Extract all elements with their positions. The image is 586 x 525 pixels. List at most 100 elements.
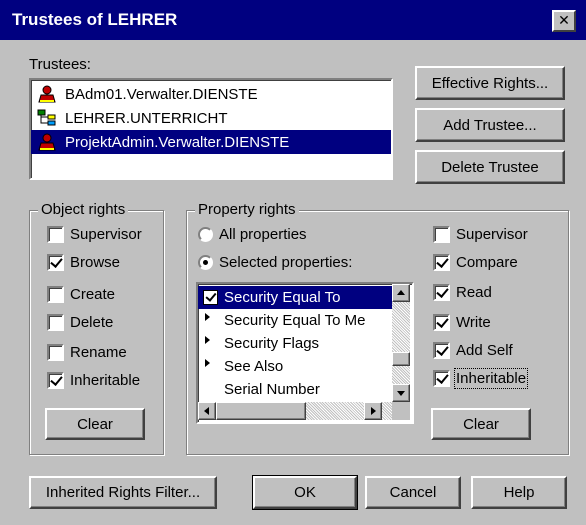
trustee-name: LEHRER.UNTERRICHT xyxy=(65,109,228,127)
property-mark xyxy=(198,378,224,401)
property-label: Security Flags xyxy=(224,335,320,352)
property-label: Serial Number xyxy=(224,381,320,398)
object-rights-legend: Object rights xyxy=(38,201,129,218)
trustee-item[interactable]: BAdm01.Verwalter.DIENSTE xyxy=(31,82,391,106)
checkbox[interactable] xyxy=(433,254,450,271)
trustee-name: ProjektAdmin.Verwalter.DIENSTE xyxy=(65,133,290,151)
checkbox-label: Browse xyxy=(70,254,121,271)
close-icon: ✕ xyxy=(558,12,570,28)
property-label: See Also xyxy=(224,358,284,375)
horizontal-scroll-thumb[interactable] xyxy=(216,402,306,420)
arrow-down-icon xyxy=(397,391,405,396)
checkbox-label: Compare xyxy=(456,254,518,271)
checkbox[interactable] xyxy=(47,344,64,361)
checkmark-icon xyxy=(203,290,218,305)
property-label: Security Equal To xyxy=(224,289,341,306)
property-list[interactable]: Security Equal To Security Equal To Me S… xyxy=(196,282,414,424)
close-button[interactable]: ✕ xyxy=(552,10,576,32)
radio-label: Selected properties: xyxy=(219,254,353,271)
scroll-up-button[interactable] xyxy=(392,284,410,302)
checkbox[interactable] xyxy=(433,370,450,387)
arrow-right-icon xyxy=(371,407,376,415)
property-item[interactable]: Security Equal To Me xyxy=(198,309,392,332)
property-item[interactable]: Security Flags xyxy=(198,332,392,355)
radio-label: All properties xyxy=(219,226,307,243)
property-item-selected[interactable]: Security Equal To xyxy=(198,286,392,309)
scroll-left-button[interactable] xyxy=(198,402,216,420)
checkbox[interactable] xyxy=(433,342,450,359)
cancel-button[interactable]: Cancel xyxy=(365,476,461,509)
title-bar: Trustees of LEHRER ✕ xyxy=(0,0,586,40)
property-mark xyxy=(198,355,224,378)
checkbox-label: Supervisor xyxy=(70,226,142,243)
arrow-up-icon xyxy=(397,290,405,295)
checkbox-label: Delete xyxy=(70,314,114,331)
checkbox[interactable] xyxy=(433,284,450,301)
object-right-rename[interactable]: Rename xyxy=(47,344,127,361)
right-triangle-icon xyxy=(205,359,210,367)
delete-trustee-button[interactable]: Delete Trustee xyxy=(415,150,565,184)
right-triangle-icon xyxy=(205,336,210,344)
vertical-scroll-thumb[interactable] xyxy=(392,352,410,366)
org-unit-icon xyxy=(37,109,56,126)
trustees-list[interactable]: BAdm01.Verwalter.DIENSTE LEHRER.UNTERRIC… xyxy=(29,78,393,180)
checkbox[interactable] xyxy=(47,372,64,389)
dialog-title: Trustees of LEHRER xyxy=(12,10,178,29)
scroll-down-button[interactable] xyxy=(392,384,410,402)
checkbox-label: Supervisor xyxy=(456,226,528,243)
property-right-add-self[interactable]: Add Self xyxy=(433,342,513,359)
checkbox-label: Rename xyxy=(70,344,127,361)
object-right-create[interactable]: Create xyxy=(47,286,115,303)
ok-button[interactable]: OK xyxy=(252,475,358,510)
arrow-left-icon xyxy=(204,407,209,415)
property-right-write[interactable]: Write xyxy=(433,314,491,331)
checkbox-label: Read xyxy=(456,284,492,301)
radio-button[interactable] xyxy=(198,227,213,242)
trustee-item-selected[interactable]: ProjektAdmin.Verwalter.DIENSTE xyxy=(31,130,391,154)
property-mark xyxy=(198,286,224,309)
object-right-delete[interactable]: Delete xyxy=(47,314,113,331)
scrollbar-corner xyxy=(392,402,410,420)
checkbox-label: Inheritable xyxy=(70,372,141,389)
property-right-supervisor[interactable]: Supervisor xyxy=(433,226,528,243)
property-rights-legend: Property rights xyxy=(195,201,299,218)
object-right-supervisor[interactable]: Supervisor xyxy=(47,226,142,243)
property-list-viewport: Security Equal To Security Equal To Me S… xyxy=(198,284,392,402)
property-item[interactable]: Serial Number xyxy=(198,378,392,401)
help-button[interactable]: Help xyxy=(471,476,567,509)
checkbox[interactable] xyxy=(47,286,64,303)
checkbox-label: Create xyxy=(70,286,116,303)
user-icon xyxy=(38,85,56,103)
effective-rights-button[interactable]: Effective Rights... xyxy=(415,66,565,100)
user-icon xyxy=(38,133,56,151)
property-right-read[interactable]: Read xyxy=(433,284,492,301)
checkbox[interactable] xyxy=(47,226,64,243)
add-trustee-button[interactable]: Add Trustee... xyxy=(415,108,565,142)
trustee-item[interactable]: LEHRER.UNTERRICHT xyxy=(31,106,391,130)
radio-button[interactable] xyxy=(198,255,213,270)
checkbox[interactable] xyxy=(433,226,450,243)
property-rights-clear-button[interactable]: Clear xyxy=(431,408,531,440)
property-mark xyxy=(198,332,224,355)
property-right-inheritable[interactable]: Inheritable xyxy=(433,368,529,389)
all-properties-radio[interactable]: All properties xyxy=(198,226,307,243)
property-item[interactable]: See Also xyxy=(198,355,392,378)
property-label: Security Equal To Me xyxy=(224,312,366,329)
selected-properties-radio[interactable]: Selected properties: xyxy=(198,254,352,271)
trustees-label: Trustees: xyxy=(29,56,91,73)
checkbox[interactable] xyxy=(433,314,450,331)
checkbox-label: Write xyxy=(456,314,491,331)
checkbox[interactable] xyxy=(47,254,64,271)
checkbox-label: Inheritable xyxy=(453,368,529,389)
trustee-name: BAdm01.Verwalter.DIENSTE xyxy=(65,85,258,103)
checkbox-label: Add Self xyxy=(456,342,513,359)
object-rights-clear-button[interactable]: Clear xyxy=(45,408,145,440)
right-triangle-icon xyxy=(205,313,210,321)
inherited-rights-filter-button[interactable]: Inherited Rights Filter... xyxy=(29,476,217,509)
property-right-compare[interactable]: Compare xyxy=(433,254,518,271)
object-right-browse[interactable]: Browse xyxy=(47,254,120,271)
scroll-right-button[interactable] xyxy=(364,402,382,420)
checkbox[interactable] xyxy=(47,314,64,331)
property-mark xyxy=(198,309,224,332)
object-right-inheritable[interactable]: Inheritable xyxy=(47,372,140,389)
